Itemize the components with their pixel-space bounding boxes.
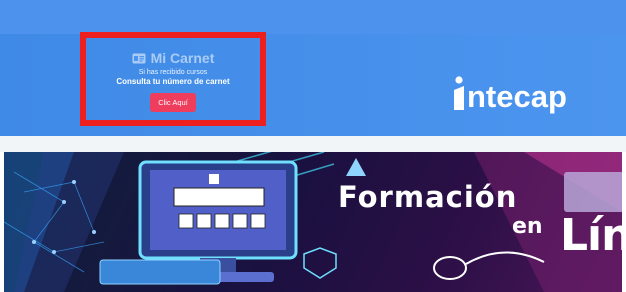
carnet-subtitle: Si has recibido cursos	[138, 69, 208, 76]
id-card-icon	[132, 53, 146, 63]
banner-title-line2: en	[512, 214, 543, 239]
keyboard-right	[564, 172, 622, 212]
intecap-logo-text: ntecap	[467, 79, 567, 114]
section-divider	[0, 136, 626, 152]
carnet-cta-text: Consulta tu número de carnet	[116, 77, 230, 86]
banner-title-line3: Lín	[560, 210, 626, 261]
top-bar	[0, 0, 626, 34]
banner-title-line1: Formación	[338, 180, 518, 214]
carnet-title: Mi Carnet	[150, 50, 215, 66]
mouse-illustration	[433, 251, 545, 280]
carnet-title-row: Mi Carnet	[132, 50, 215, 66]
triangle-decor	[346, 158, 366, 176]
shield-decor	[303, 247, 337, 279]
carnet-card: Mi Carnet Si has recibido cursos Consult…	[80, 32, 266, 126]
keyboard-illustration	[99, 259, 221, 285]
intecap-logo[interactable]: ntecap	[452, 62, 567, 112]
intecap-logo-mark	[454, 76, 464, 110]
clic-aqui-button[interactable]: Clic Aquí	[150, 93, 196, 112]
